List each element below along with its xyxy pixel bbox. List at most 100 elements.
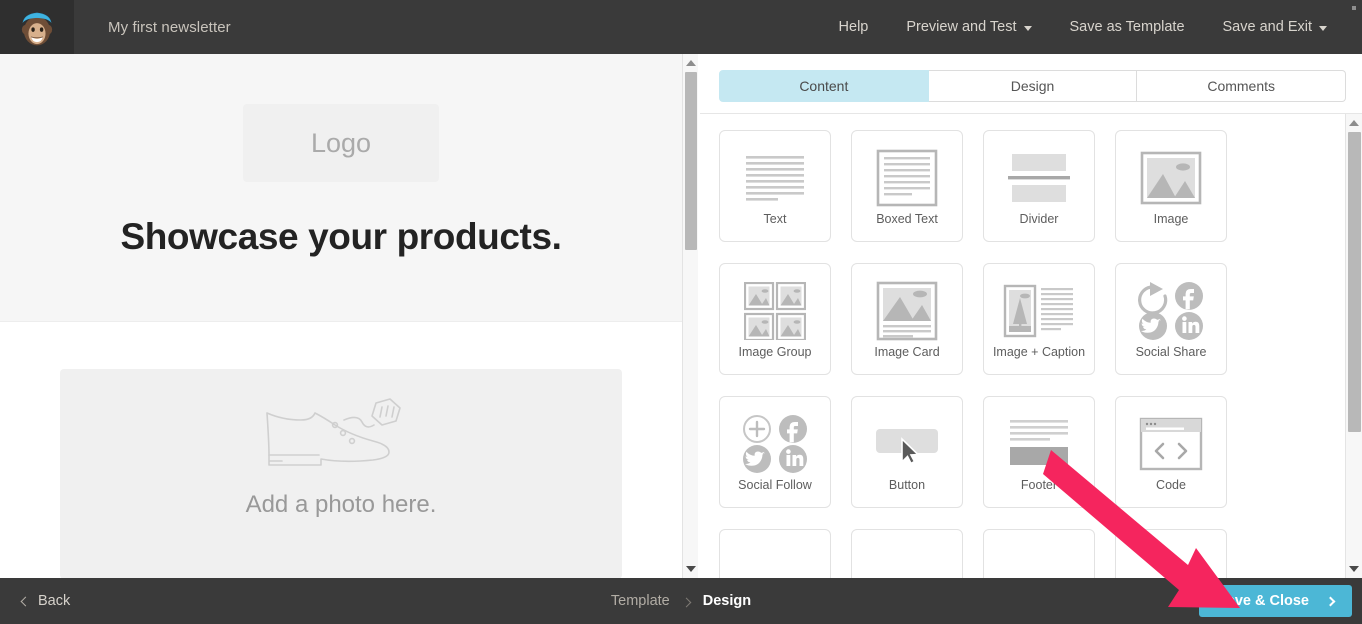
twitter-icon: [743, 445, 771, 473]
content-block-partial[interactable]: [851, 529, 963, 578]
tab-comments[interactable]: Comments: [1137, 70, 1347, 102]
content-block-image-group[interactable]: Image Group: [719, 263, 831, 375]
linkedin-icon: [1175, 312, 1203, 340]
photo-placeholder-block[interactable]: Add a photo here.: [60, 369, 622, 578]
content-blocks-grid: Text Boxed Text Divider Image Image Grou…: [699, 114, 1362, 578]
button-cursor-icon: [852, 409, 962, 479]
content-block-boxed-text[interactable]: Boxed Text: [851, 130, 963, 242]
top-nav-item-help[interactable]: Help: [820, 0, 888, 54]
freddie-monkey-icon: [21, 12, 53, 46]
plus-circle-icon: [743, 415, 771, 443]
linkedin-icon: [779, 445, 807, 473]
content-block-label: Boxed Text: [876, 212, 938, 226]
save-close-label: Save & Close: [1217, 593, 1309, 609]
content-block-code[interactable]: Code: [1115, 396, 1227, 508]
content-block-partial[interactable]: [983, 529, 1095, 578]
logo-placeholder-block[interactable]: Logo: [243, 104, 439, 182]
top-nav-item-preview-and-test[interactable]: Preview and Test: [887, 0, 1050, 54]
content-block-label: Button: [888, 478, 926, 492]
tab-design[interactable]: Design: [928, 70, 1138, 102]
bottom-bar: Back Template Design Save & Close: [0, 578, 1362, 624]
shoe-illustration-icon: [266, 398, 401, 466]
content-block-footer[interactable]: Footer: [983, 396, 1095, 508]
document-title: My first newsletter: [108, 18, 231, 36]
chevron-right-icon: [1325, 596, 1336, 606]
content-block-label: Code: [1156, 478, 1186, 492]
top-nav-label: Save as Template: [1069, 19, 1185, 35]
image-caption-icon: [984, 276, 1094, 346]
tab-label: Comments: [1207, 78, 1276, 94]
top-nav-label: Help: [838, 19, 869, 35]
content-block-label: Social Follow: [738, 478, 812, 492]
content-block-button[interactable]: Button: [851, 396, 963, 508]
content-block-partial[interactable]: [719, 529, 831, 578]
preview-hero-section[interactable]: Logo Showcase your products.: [0, 54, 682, 322]
tab-label: Content: [799, 78, 849, 94]
content-block-label: Image: [1153, 212, 1189, 226]
content-block-social-follow[interactable]: Social Follow: [719, 396, 831, 508]
top-nav-label: Preview and Test: [906, 19, 1017, 35]
twitter-icon: [1139, 312, 1167, 340]
back-button[interactable]: Back: [22, 593, 70, 609]
window-corner-dot: [1352, 6, 1356, 10]
footer-icon: [984, 409, 1094, 479]
top-nav-item-save-as-template[interactable]: Save as Template: [1051, 0, 1204, 54]
content-block-label: Footer: [1020, 478, 1058, 492]
top-nav-item-save-and-exit[interactable]: Save and Exit: [1204, 0, 1346, 54]
social-share-icon: [1116, 276, 1226, 346]
scroll-up-arrow-icon[interactable]: [683, 56, 699, 70]
content-block-label: Image Group: [738, 345, 812, 359]
content-block-divider[interactable]: Divider: [983, 130, 1095, 242]
breadcrumb: Template Design: [611, 593, 751, 609]
block-icon-placeholder: [852, 542, 962, 578]
chevron-down-icon: [1319, 25, 1327, 31]
scroll-down-arrow-icon[interactable]: [1346, 562, 1362, 576]
content-block-label: Social Share: [1135, 345, 1207, 359]
content-blocks-scroll-area[interactable]: Text Boxed Text Divider Image Image Grou…: [699, 114, 1362, 578]
mailchimp-freddie-logo[interactable]: [0, 0, 74, 54]
image-card-icon: [852, 276, 962, 346]
save-close-button[interactable]: Save & Close: [1199, 585, 1352, 617]
content-block-image[interactable]: Image: [1115, 130, 1227, 242]
content-block-partial[interactable]: [1115, 529, 1227, 578]
content-block-label: Text: [763, 212, 787, 226]
preview-body-section: Add a photo here.: [0, 322, 682, 578]
facebook-icon: [779, 415, 807, 443]
tab-content[interactable]: Content: [719, 70, 929, 102]
social-follow-icon: [720, 409, 830, 479]
breadcrumb-item-template[interactable]: Template: [611, 593, 670, 609]
email-preview-pane[interactable]: Logo Showcase your products. Add a photo…: [0, 54, 682, 578]
content-block-image-caption[interactable]: Image + Caption: [983, 263, 1095, 375]
top-bar: My first newsletter Help Preview and Tes…: [0, 0, 1362, 54]
facebook-icon: [1175, 282, 1203, 310]
content-block-label: Image Card: [874, 345, 940, 359]
content-block-label: Divider: [1019, 212, 1059, 226]
share-arrow-icon: [1138, 282, 1168, 315]
code-window-icon: [1116, 409, 1226, 479]
preview-scrollbar[interactable]: [682, 54, 698, 578]
breadcrumb-item-design: Design: [702, 593, 752, 609]
content-panel-scrollbar-thumb[interactable]: [1348, 132, 1361, 432]
content-block-image-card[interactable]: Image Card: [851, 263, 963, 375]
photo-placeholder-caption: Add a photo here.: [245, 491, 437, 518]
back-label: Back: [38, 593, 71, 609]
mailchimp-email-builder: My first newsletter Help Preview and Tes…: [0, 0, 1362, 624]
logo-placeholder-label: Logo: [310, 127, 372, 158]
text-lines-icon: [720, 143, 830, 213]
content-panel-scrollbar[interactable]: [1345, 114, 1362, 578]
content-block-label: Image + Caption: [992, 345, 1086, 359]
preview-heading[interactable]: Showcase your products.: [0, 216, 682, 258]
divider-icon: [984, 143, 1094, 213]
content-block-social-share[interactable]: Social Share: [1115, 263, 1227, 375]
scroll-down-arrow-icon[interactable]: [683, 562, 699, 576]
preview-scrollbar-thumb[interactable]: [685, 72, 697, 250]
tabs-divider: [700, 113, 1362, 114]
chevron-left-icon: [22, 593, 29, 609]
image-icon: [1116, 143, 1226, 213]
panel-tabs: Content Design Comments: [719, 70, 1347, 102]
top-nav-label: Save and Exit: [1222, 19, 1312, 35]
block-icon-placeholder: [1116, 542, 1226, 578]
top-nav: Help Preview and Test Save as Template S…: [820, 0, 1362, 54]
content-block-text[interactable]: Text: [719, 130, 831, 242]
scroll-up-arrow-icon[interactable]: [1346, 116, 1362, 130]
